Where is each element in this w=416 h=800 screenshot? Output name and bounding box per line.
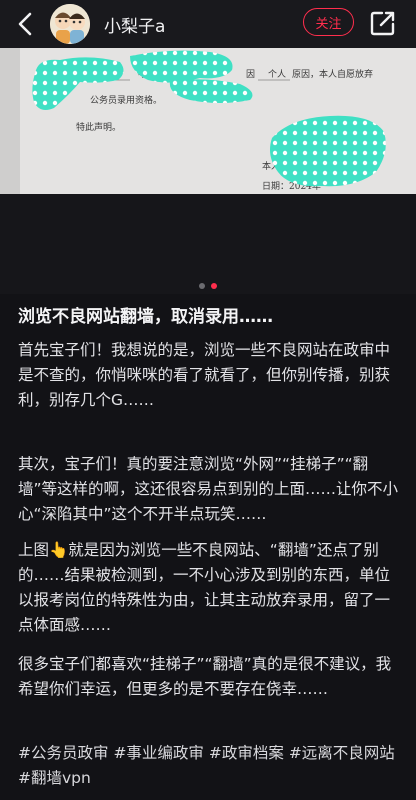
doc-text: 特此声明。	[76, 121, 121, 133]
carousel-area	[0, 194, 416, 294]
doc-text: 公务员录用资格。	[90, 94, 162, 106]
post-paragraph: 其次，宝子们！真的要注意浏览“外网”“挂梯子”“翻墙”等这样的啊，这还很容易点到…	[18, 455, 399, 523]
follow-button[interactable]: 关注	[303, 8, 354, 36]
username[interactable]: 小梨子a	[104, 12, 165, 37]
top-bar: 小梨子a 关注	[0, 0, 416, 48]
post-paragraph: 很多宝子们都喜欢“挂梯子”“翻墙”真的是很不建议，我希望你们幸运，但更多的是不要…	[18, 655, 392, 698]
post-title: 浏览不良网站翻墙，取消录用……	[18, 307, 273, 327]
hashtag[interactable]: #远离不良网站	[289, 744, 395, 762]
doc-text: 原因，本人自愿放弃	[292, 68, 373, 80]
carousel-dot[interactable]	[199, 283, 205, 289]
post-paragraph: 上图👆就是因为浏览一些不良网站、“翻墙”还点了别的……结果被检测到，一不小心涉及…	[18, 541, 391, 634]
hashtag[interactable]: #公务员政审	[18, 744, 109, 762]
post-paragraph: 首先宝子们！我想说的是，浏览一些不良网站在政审中是不查的，你悄咪咪的看了就看了，…	[18, 341, 391, 409]
hashtag[interactable]: #翻墙vpn	[18, 769, 91, 787]
doc-text: 因	[246, 69, 255, 80]
share-icon[interactable]	[369, 9, 397, 37]
back-arrow-icon[interactable]	[12, 10, 40, 38]
post-content: 浏览不良网站翻墙，取消录用…… 首先宝子们！我想说的是，浏览一些不良网站在政审中…	[0, 294, 416, 800]
carousel-dot-active[interactable]	[211, 283, 217, 289]
hashtag[interactable]: #政审档案	[209, 744, 284, 762]
hashtag-list: #公务员政审 #事业编政审 #政审档案 #远离不良网站 #翻墙vpn	[18, 741, 404, 791]
hashtag[interactable]: #事业编政审	[113, 744, 204, 762]
carousel-indicator	[199, 283, 217, 289]
doc-text: 个人	[268, 69, 286, 80]
avatar[interactable]	[50, 4, 90, 44]
post-image[interactable]: 20 考证号 因 个人 原因，本人自愿放弃 公务员录用资格。 特此声明。 本人 …	[0, 48, 416, 194]
